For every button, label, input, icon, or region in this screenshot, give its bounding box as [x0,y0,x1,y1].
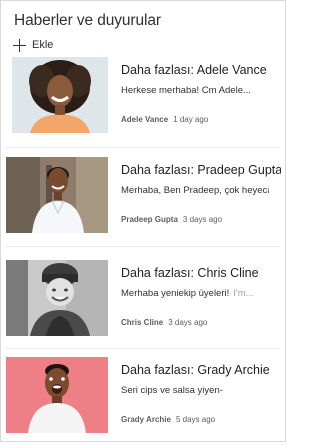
news-snippet: Merhaba, Ben Pradeep, çok heyecanlıyım..… [121,185,269,196]
news-author[interactable]: Grady Archie [121,415,171,424]
news-item[interactable]: Daha fazlası: Grady Archie Seri cips ve … [6,357,282,447]
news-snippet: Merhaba yeniekip üyeleri! I'm... [121,288,254,299]
news-meta: Grady Archie 5 days ago [121,415,215,424]
news-thumbnail-woman-smiling-portrait[interactable] [12,57,108,133]
news-thumbnail-man-in-shirt-portrait[interactable] [6,157,108,233]
webpart-title: Haberler ve duyurular [14,12,161,29]
news-webpart: Haberler ve duyurular Ekle Daha fazlası:… [0,0,286,442]
news-snippet: Seri cips ve salsa yiyen- [121,385,223,396]
news-author[interactable]: Chris Cline [121,318,163,327]
news-title[interactable]: Daha fazlası: Pradeep Gupta [121,163,281,177]
divider [6,147,280,148]
news-title[interactable]: Daha fazlası: Grady Archie [121,363,281,377]
news-date: 1 day ago [173,115,209,124]
news-snippet: Herkese merhaba! Cm Adele... [121,85,251,96]
divider [6,246,280,247]
news-author[interactable]: Adele Vance [121,115,168,124]
news-date: 5 days ago [175,415,216,424]
plus-icon [13,38,26,52]
add-news-button[interactable]: Ekle [13,36,53,54]
news-author[interactable]: Pradeep Gupta [121,215,178,224]
news-thumbnail-woman-beanie-portrait[interactable] [6,260,108,336]
add-news-label: Ekle [32,39,54,51]
news-item[interactable]: Daha fazlası: Chris Cline Merhaba yeniek… [6,260,282,350]
news-thumbnail-excited-man-portrait[interactable] [6,357,108,433]
news-item[interactable]: Daha fazlası: Adele Vance Herkese merhab… [6,57,282,147]
news-date: 3 days ago [168,318,208,327]
news-meta: Adele Vance 1 day ago [121,115,208,124]
divider [6,348,280,349]
news-title[interactable]: Daha fazlası: Adele Vance [121,63,281,77]
news-date: 3 days ago [182,215,223,224]
news-meta: Chris Cline 3 days ago [121,318,207,327]
news-snippet-more: I'm... [233,288,254,299]
news-item[interactable]: Daha fazlası: Pradeep Gupta Merhaba, Ben… [6,157,282,247]
news-meta: Pradeep Gupta 3 days ago [121,215,222,224]
news-title[interactable]: Daha fazlası: Chris Cline [121,266,281,280]
